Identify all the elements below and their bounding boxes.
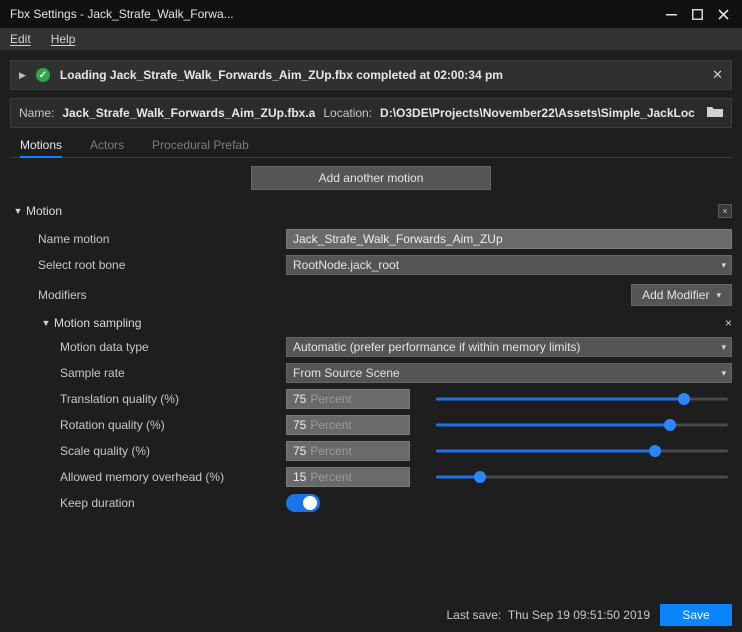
browse-folder-icon[interactable] xyxy=(707,105,723,121)
success-icon: ✓ xyxy=(36,68,50,82)
tab-procedural-prefab[interactable]: Procedural Prefab xyxy=(152,138,249,157)
keep-duration-label: Keep duration xyxy=(38,496,286,510)
memory-overhead-value: 15 xyxy=(293,470,306,484)
sample-rate-value: From Source Scene xyxy=(293,366,400,380)
menu-bar: Edit Help xyxy=(0,28,742,50)
minimize-button[interactable] xyxy=(658,4,684,24)
motion-data-type-label: Motion data type xyxy=(38,340,286,354)
tab-motions[interactable]: Motions xyxy=(20,138,62,158)
expand-status-icon[interactable]: ▶ xyxy=(19,70,26,81)
translation-quality-value: 75 xyxy=(293,392,306,406)
tab-actors[interactable]: Actors xyxy=(90,138,124,157)
title-bar: Fbx Settings - Jack_Strafe_Walk_Forwa... xyxy=(0,0,742,28)
location-value: D:\O3DE\Projects\November22\Assets\Simpl… xyxy=(380,106,695,120)
add-another-motion-button[interactable]: Add another motion xyxy=(251,166,491,190)
caret-down-icon: ▼ xyxy=(38,318,54,328)
memory-overhead-slider[interactable] xyxy=(436,467,728,487)
close-button[interactable] xyxy=(710,4,736,24)
tab-bar: Motions Actors Procedural Prefab xyxy=(10,134,732,158)
add-modifier-button[interactable]: Add Modifier xyxy=(631,284,732,306)
motion-section-header[interactable]: ▼ Motion × xyxy=(10,200,732,222)
sample-rate-select[interactable]: From Source Scene xyxy=(286,363,732,383)
motion-sampling-header[interactable]: ▼ Motion sampling × xyxy=(38,316,732,330)
percent-unit: Percent xyxy=(310,470,351,484)
percent-unit: Percent xyxy=(310,418,351,432)
memory-overhead-label: Allowed memory overhead (%) xyxy=(38,470,286,484)
motion-data-type-select[interactable]: Automatic (prefer performance if within … xyxy=(286,337,732,357)
rotation-quality-label: Rotation quality (%) xyxy=(38,418,286,432)
name-motion-label: Name motion xyxy=(38,232,286,246)
maximize-button[interactable] xyxy=(684,4,710,24)
status-bar: ▶ ✓ Loading Jack_Strafe_Walk_Forwards_Ai… xyxy=(10,60,732,90)
file-info-row: Name: Jack_Strafe_Walk_Forwards_Aim_ZUp.… xyxy=(10,98,732,128)
motion-data-type-value: Automatic (prefer performance if within … xyxy=(293,340,580,354)
caret-down-icon: ▼ xyxy=(10,206,26,216)
dismiss-status-button[interactable]: ✕ xyxy=(712,67,723,83)
name-value: Jack_Strafe_Walk_Forwards_Aim_ZUp.fbx.a xyxy=(62,106,315,120)
sample-rate-label: Sample rate xyxy=(38,366,286,380)
save-button[interactable]: Save xyxy=(660,604,732,626)
scale-quality-slider[interactable] xyxy=(436,441,728,461)
rotation-quality-value: 75 xyxy=(293,418,306,432)
memory-overhead-input[interactable]: 15 Percent xyxy=(286,467,410,487)
root-bone-select[interactable]: RootNode.jack_root xyxy=(286,255,732,275)
motion-sampling-title: Motion sampling xyxy=(54,316,725,330)
remove-motion-button[interactable]: × xyxy=(718,204,732,218)
scale-quality-value: 75 xyxy=(293,444,306,458)
content-area: Add another motion ▼ Motion × Name motio… xyxy=(10,158,732,514)
name-motion-input[interactable] xyxy=(286,229,732,249)
keep-duration-toggle[interactable] xyxy=(286,494,320,512)
translation-quality-label: Translation quality (%) xyxy=(38,392,286,406)
rotation-quality-input[interactable]: 75 Percent xyxy=(286,415,410,435)
rotation-quality-slider[interactable] xyxy=(436,415,728,435)
location-label: Location: xyxy=(323,106,372,120)
translation-quality-slider[interactable] xyxy=(436,389,728,409)
root-bone-label: Select root bone xyxy=(38,258,286,272)
scale-quality-label: Scale quality (%) xyxy=(38,444,286,458)
translation-quality-input[interactable]: 75 Percent xyxy=(286,389,410,409)
percent-unit: Percent xyxy=(310,392,351,406)
percent-unit: Percent xyxy=(310,444,351,458)
motion-section-title: Motion xyxy=(26,204,718,218)
modifiers-label: Modifiers xyxy=(38,288,631,302)
menu-edit[interactable]: Edit xyxy=(10,32,31,46)
remove-motion-sampling-button[interactable]: × xyxy=(725,316,732,330)
name-label: Name: xyxy=(19,106,54,120)
window-title: Fbx Settings - Jack_Strafe_Walk_Forwa... xyxy=(10,7,658,21)
scale-quality-input[interactable]: 75 Percent xyxy=(286,441,410,461)
last-save-text: Last save: Thu Sep 19 09:51:50 2019 xyxy=(447,608,651,622)
footer: Last save: Thu Sep 19 09:51:50 2019 Save xyxy=(0,598,742,632)
root-bone-value: RootNode.jack_root xyxy=(293,258,399,272)
menu-help[interactable]: Help xyxy=(51,32,76,46)
status-message: Loading Jack_Strafe_Walk_Forwards_Aim_ZU… xyxy=(60,68,702,82)
